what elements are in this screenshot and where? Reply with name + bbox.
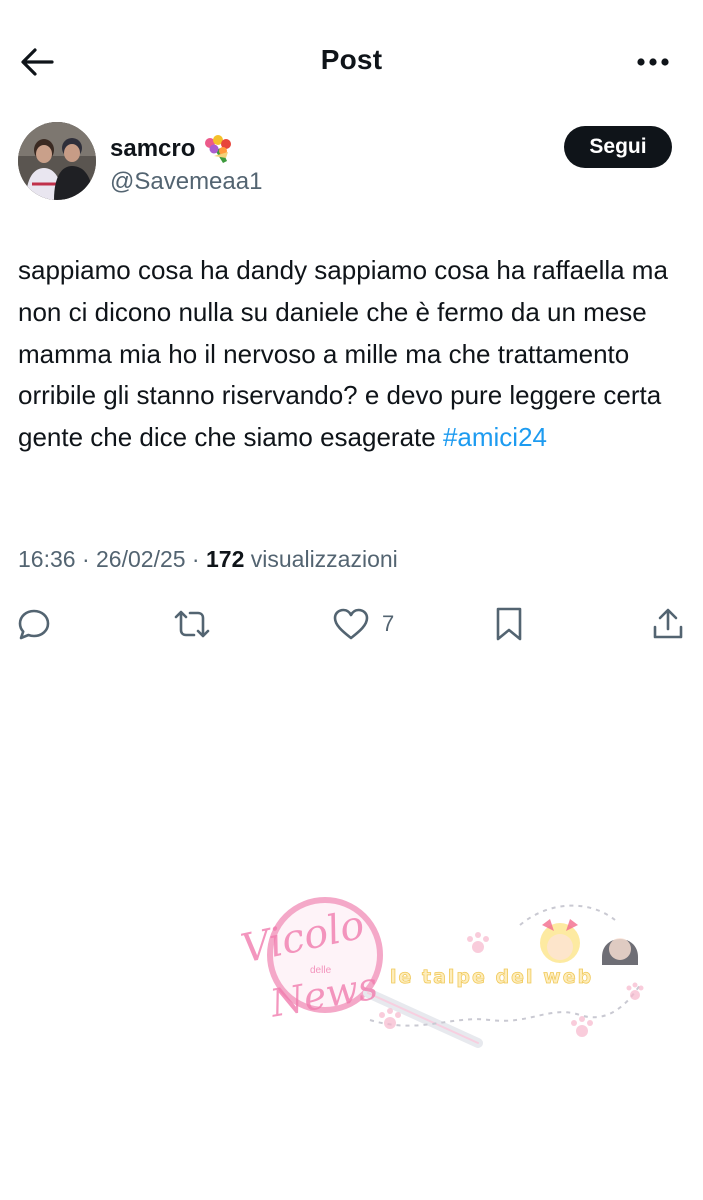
user-handle[interactable]: @Savemeaa1: [110, 168, 262, 196]
bookmark-button[interactable]: [494, 604, 524, 644]
top-bar: Post: [0, 0, 703, 120]
tweet-meta: 16:36 · 26/02/25 · 172 visualizzazioni: [18, 546, 398, 573]
display-name-text: samcro: [110, 135, 196, 162]
cartoon-girl-dark-icon: [602, 938, 638, 965]
watermark-logo: Vicolo delle News le talpe del web: [220, 895, 660, 1055]
share-button[interactable]: [650, 604, 686, 644]
tweet-time[interactable]: 16:36: [18, 546, 76, 572]
reply-button[interactable]: [16, 604, 52, 644]
tweet-date[interactable]: 26/02/25: [96, 546, 186, 572]
like-button[interactable]: 7: [332, 604, 394, 644]
page-title: Post: [320, 44, 383, 75]
repost-button[interactable]: [172, 604, 212, 644]
follow-button[interactable]: Segui: [564, 126, 672, 168]
likes-count: 7: [382, 611, 395, 636]
more-options-button[interactable]: [633, 44, 673, 80]
avatar[interactable]: [18, 122, 96, 200]
more-icon: [637, 58, 669, 66]
tweet-body: sappiamo cosa ha dandy sappiamo cosa ha …: [18, 255, 668, 453]
meta-separator: ·: [185, 546, 206, 572]
hashtag-link[interactable]: #amici24: [443, 422, 547, 452]
cartoon-girl-blonde-icon: [540, 919, 580, 963]
action-bar: 7: [0, 600, 703, 650]
views-label: visualizzazioni: [244, 546, 398, 572]
reply-icon: [18, 609, 50, 640]
meta-separator: ·: [75, 546, 97, 572]
display-name[interactable]: samcro: [110, 134, 235, 164]
repost-icon: [174, 610, 210, 638]
views-count: 172: [206, 546, 245, 572]
bouquet-icon: [205, 135, 232, 163]
share-icon: [653, 608, 683, 639]
tweet-text: sappiamo cosa ha dandy sappiamo cosa ha …: [18, 250, 678, 459]
watermark-tagline: le talpe del web: [390, 966, 593, 988]
heart-icon: [333, 608, 369, 640]
tweet-author: samcro @Savemeaa1 Segui: [18, 122, 688, 204]
bookmark-icon: [496, 607, 522, 641]
